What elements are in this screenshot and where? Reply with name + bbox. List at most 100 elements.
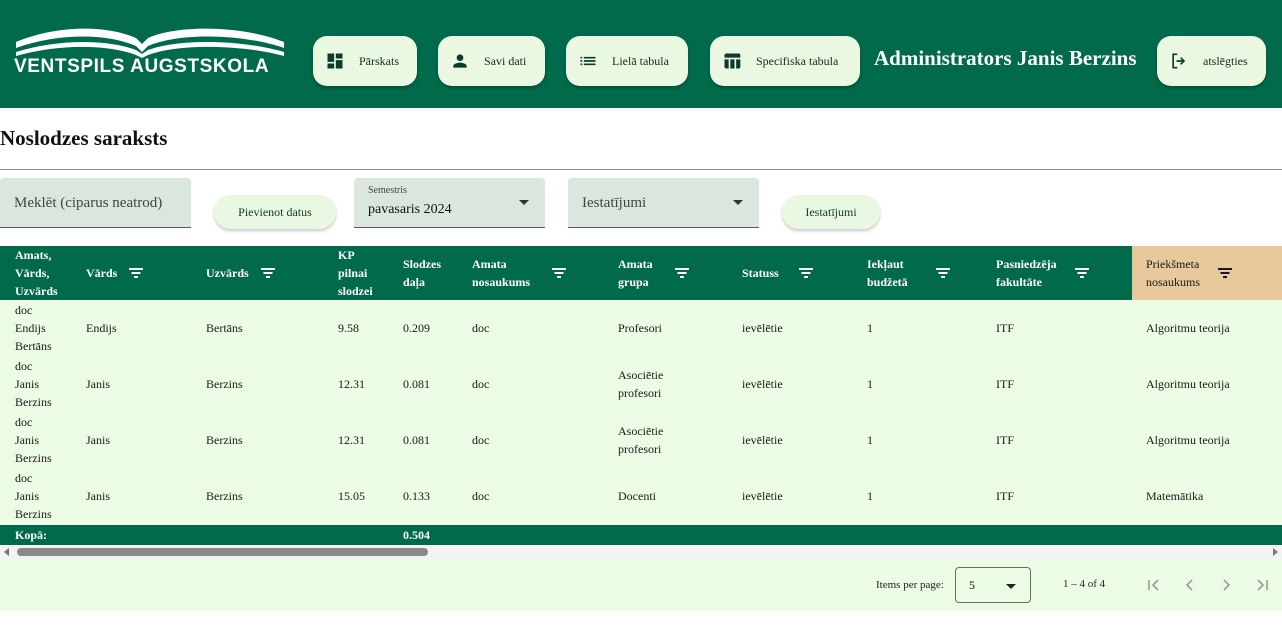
- column-header-faculty[interactable]: Pasniedzēja fakultāte: [996, 246, 1126, 300]
- table-header: Amats, Vārds, Uzvārds Vārds Uzvārds KP p…: [0, 246, 1282, 300]
- person-icon: [453, 54, 467, 68]
- scroll-right-icon[interactable]: [1273, 548, 1278, 556]
- page-title: Noslodzes saraksts: [0, 126, 168, 150]
- logout-icon: [1172, 53, 1186, 69]
- cell-include-budget: 1: [867, 377, 873, 391]
- column-header-first-name[interactable]: Vārds: [86, 246, 196, 300]
- logout-button[interactable]: atslēgties: [1157, 36, 1266, 86]
- filter-icon[interactable]: [1218, 268, 1232, 278]
- column-header-position-name[interactable]: Amats, Vārds, Uzvārds: [15, 246, 75, 300]
- cell-position-title: doc: [472, 377, 490, 391]
- first-page-icon: [1148, 579, 1159, 591]
- dashboard-icon: [327, 53, 343, 69]
- column-header-subject-name[interactable]: Priekšmeta nosaukums: [1132, 246, 1282, 300]
- table-row[interactable]: doc Endijs Bertāns Endijs Bertāns 9.58 0…: [0, 300, 1282, 356]
- items-per-page-label: Items per page:: [876, 579, 944, 591]
- cell-position-name: doc Janis Berzins: [15, 471, 52, 521]
- cell-subject-name: Algoritmu teorija: [1146, 377, 1230, 391]
- cell-position-group: Asociētie profesori: [618, 424, 664, 456]
- cell-first-name: Janis: [86, 489, 110, 503]
- cell-position-name: doc Janis Berzins: [15, 359, 52, 409]
- items-per-page-select[interactable]: 5: [955, 567, 1031, 603]
- chevron-left-icon: [1185, 579, 1193, 591]
- admin-user-title: Administrators Janis Berzins: [874, 46, 1137, 70]
- settings-select[interactable]: Iestatījumi: [568, 178, 759, 228]
- cell-kp-full-load: 9.58: [338, 321, 359, 335]
- cell-position-group: Docenti: [618, 489, 656, 503]
- previous-page-button[interactable]: [1180, 575, 1200, 595]
- cell-last-name: Berzins: [206, 377, 243, 391]
- filter-icon[interactable]: [552, 268, 567, 278]
- cell-faculty: ITF: [996, 377, 1014, 391]
- search-placeholder: Meklēt (ciparus neatrod): [14, 195, 163, 211]
- nav-overview-label: Pārskats: [359, 53, 399, 68]
- nav-my-data-label: Savi dati: [484, 53, 527, 68]
- nav-my-data-button[interactable]: Savi dati: [438, 36, 545, 86]
- nav-big-table-button[interactable]: Lielā tabula: [566, 36, 688, 86]
- cell-position-name: doc Endijs Bertāns: [15, 303, 52, 353]
- filter-icon[interactable]: [798, 268, 813, 278]
- footer-total-value: 0.504: [403, 528, 430, 542]
- column-header-load-share[interactable]: Slodzes daļa: [403, 246, 463, 300]
- cell-subject-name: Matemātika: [1146, 489, 1204, 503]
- cell-status: ievēlētie: [742, 433, 783, 447]
- cell-load-share: 0.081: [403, 433, 430, 447]
- cell-kp-full-load: 12.31: [338, 433, 365, 447]
- table-footer: Kopā: 0.504: [0, 525, 1282, 545]
- list-icon: [580, 56, 596, 66]
- filter-icon[interactable]: [935, 268, 950, 278]
- column-header-status[interactable]: Statuss: [742, 246, 862, 300]
- table-row[interactable]: doc Janis Berzins Janis Berzins 12.31 0.…: [0, 412, 1282, 468]
- semester-value: pavasaris 2024: [368, 202, 452, 217]
- table-row[interactable]: doc Janis Berzins Janis Berzins 15.05 0.…: [0, 468, 1282, 524]
- cell-kp-full-load: 15.05: [338, 489, 365, 503]
- cell-position-title: doc: [472, 321, 490, 335]
- horizontal-scrollbar[interactable]: [0, 545, 1282, 559]
- cell-subject-name: Algoritmu teorija: [1146, 321, 1230, 335]
- footer-total-label: Kopā:: [15, 528, 48, 542]
- chevron-right-icon: [1223, 579, 1231, 591]
- cell-position-title: doc: [472, 433, 490, 447]
- cell-faculty: ITF: [996, 321, 1014, 335]
- settings-button[interactable]: Iestatījumi: [782, 195, 880, 229]
- ventspils-augstskola-logo[interactable]: VENTSPILS AUGSTSKOLA: [14, 24, 286, 80]
- cell-position-group: Asociētie profesori: [618, 368, 664, 400]
- filter-icon[interactable]: [1074, 268, 1089, 278]
- table-body: doc Endijs Bertāns Endijs Bertāns 9.58 0…: [0, 300, 1282, 525]
- nav-specific-table-label: Specifiska tabula: [756, 53, 839, 68]
- book-emblem-icon: [16, 28, 284, 58]
- add-data-button[interactable]: Pievienot datus: [214, 195, 336, 229]
- chevron-down-icon: [1006, 584, 1016, 589]
- column-header-include-budget[interactable]: Iekļaut budžetā: [867, 246, 987, 300]
- column-header-kp-full-load[interactable]: KP pilnai slodzei: [338, 246, 398, 300]
- last-page-button[interactable]: [1252, 575, 1272, 595]
- nav-big-table-label: Lielā tabula: [612, 53, 669, 68]
- semester-select[interactable]: Semestris pavasaris 2024: [354, 178, 545, 228]
- cell-position-title: doc: [472, 489, 490, 503]
- table-icon: [724, 53, 741, 69]
- cell-status: ievēlētie: [742, 321, 783, 335]
- settings-placeholder: Iestatījumi: [582, 195, 647, 211]
- scroll-left-icon[interactable]: [4, 548, 9, 556]
- cell-status: ievēlētie: [742, 489, 783, 503]
- column-header-position-title[interactable]: Amata nosaukums: [472, 246, 612, 300]
- last-page-icon: [1257, 579, 1268, 591]
- cell-first-name: Janis: [86, 433, 110, 447]
- filter-icon[interactable]: [129, 268, 144, 278]
- search-input[interactable]: Meklēt (ciparus neatrod): [0, 178, 191, 228]
- nav-overview-button[interactable]: Pārskats: [313, 36, 417, 86]
- logo-text: VENTSPILS AUGSTSKOLA: [14, 56, 270, 77]
- filter-icon[interactable]: [674, 268, 689, 278]
- cell-load-share: 0.081: [403, 377, 430, 391]
- table-row[interactable]: doc Janis Berzins Janis Berzins 12.31 0.…: [0, 356, 1282, 412]
- column-header-position-group[interactable]: Amata grupa: [618, 246, 738, 300]
- cell-subject-name: Algoritmu teorija: [1146, 433, 1230, 447]
- first-page-button[interactable]: [1144, 575, 1164, 595]
- items-per-page-value: 5: [969, 578, 975, 592]
- scrollbar-thumb[interactable]: [17, 548, 428, 556]
- column-header-last-name[interactable]: Uzvārds: [206, 246, 326, 300]
- next-page-button[interactable]: [1216, 575, 1236, 595]
- nav-specific-table-button[interactable]: Specifiska tabula: [710, 36, 860, 86]
- filter-icon[interactable]: [260, 268, 275, 278]
- cell-first-name: Endijs: [86, 321, 117, 335]
